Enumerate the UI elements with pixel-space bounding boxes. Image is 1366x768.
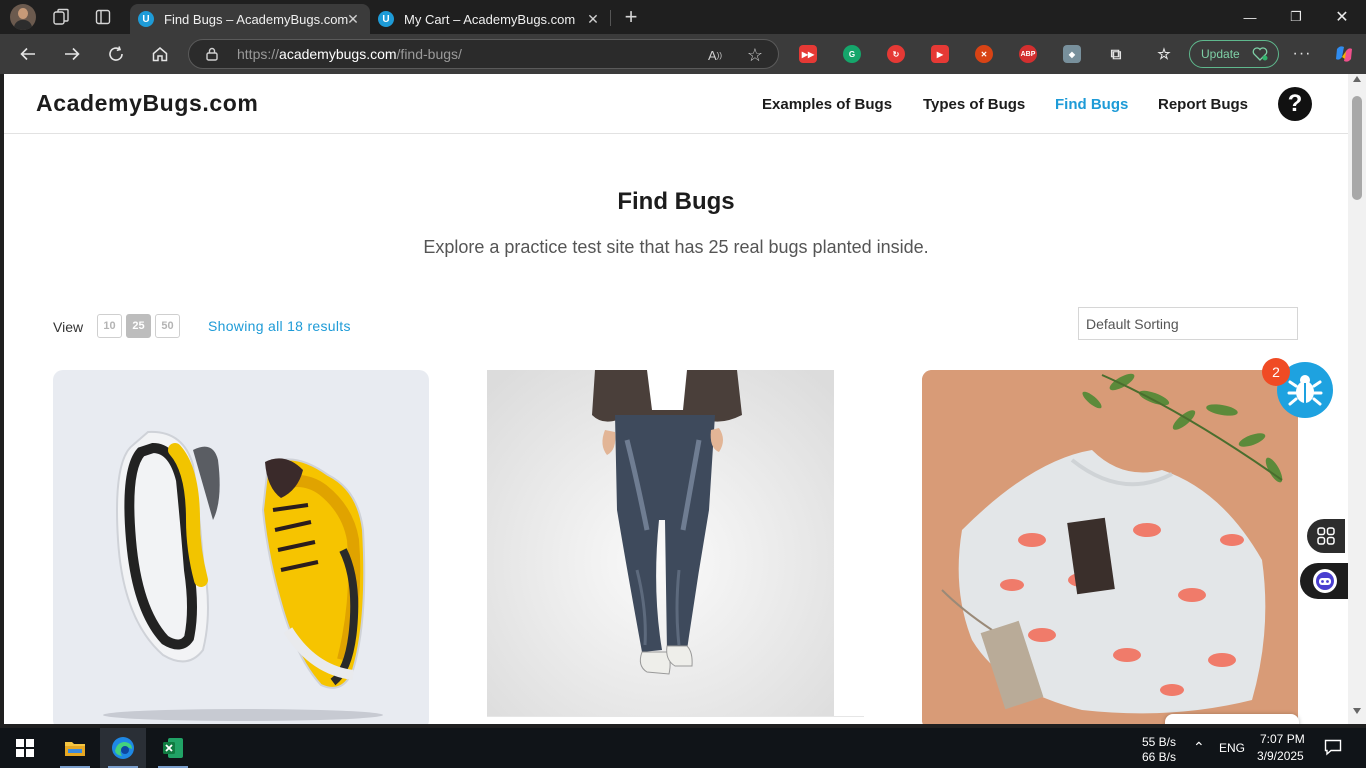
page-title: Find Bugs [617, 188, 735, 215]
nav-report-bugs[interactable]: Report Bugs [1158, 96, 1248, 113]
extensions-puzzle-icon[interactable]: ⧉ [1107, 45, 1125, 63]
page-viewport: AcademyBugs.com Examples of Bugs Types o… [4, 74, 1348, 724]
page-scrollbar[interactable] [1348, 74, 1366, 724]
media-extension-icon[interactable]: ▶▶ [799, 45, 817, 63]
product-image-jeans[interactable] [487, 370, 834, 717]
refresh-icon[interactable] [102, 40, 130, 68]
sorting-select[interactable]: Default Sorting [1078, 307, 1298, 340]
windows-start-icon[interactable] [2, 728, 48, 768]
help-icon[interactable]: ? [1278, 87, 1312, 121]
apps-grid-widget[interactable] [1307, 519, 1345, 553]
read-aloud-icon[interactable]: A)) [704, 44, 726, 66]
home-icon[interactable] [146, 40, 174, 68]
network-download-speed: 66 B/s [1142, 750, 1177, 764]
tools-extension-icon[interactable]: ✕ [975, 45, 993, 63]
copilot-icon[interactable] [1330, 40, 1358, 68]
view-label: View [53, 319, 84, 335]
restore-icon[interactable]: ❐ [1273, 0, 1319, 34]
scroll-down-arrow-icon[interactable] [1353, 708, 1361, 714]
robot-icon [1313, 569, 1337, 593]
bug-count-badge: 2 [1262, 358, 1290, 386]
network-upload-speed: 55 B/s [1142, 735, 1177, 749]
forward-arrow-icon[interactable] [58, 40, 86, 68]
view-option-50[interactable]: 50 [155, 314, 180, 338]
video-extension-icon[interactable]: ▶ [931, 45, 949, 63]
academybugs-favicon-icon: U [378, 11, 394, 27]
new-tab-icon[interactable]: + [618, 4, 644, 30]
scroll-thumb[interactable] [1352, 96, 1362, 200]
favorite-star-icon[interactable]: ☆ [744, 44, 766, 66]
adblock-plus-icon[interactable]: ABP [1019, 45, 1037, 63]
site-header: AcademyBugs.com Examples of Bugs Types o… [4, 74, 1348, 134]
grid-icon [1317, 527, 1335, 545]
product-image-tshirt[interactable] [922, 370, 1298, 724]
site-logo[interactable]: AcademyBugs.com [36, 90, 258, 117]
window-close-icon[interactable]: ✕ [1319, 0, 1365, 34]
tab-actions-icon[interactable] [90, 4, 116, 30]
tab-title: Find Bugs – AcademyBugs.com [164, 11, 349, 27]
assistant-widget[interactable] [1300, 563, 1348, 599]
address-bar[interactable]: https://academybugs.com/find-bugs/ A)) ☆ [188, 39, 779, 69]
workspaces-icon[interactable] [48, 4, 74, 30]
close-icon[interactable]: ✕ [584, 10, 602, 28]
windows-taskbar: 55 B/s 66 B/s ⌃ ENG 7:07 PM 3/9/2025 [0, 728, 1366, 768]
tab-separator [610, 10, 611, 26]
grammarly-icon[interactable]: G [843, 45, 861, 63]
view-option-25[interactable]: 25 [126, 314, 151, 338]
favorites-icon[interactable]: ☆ [1155, 45, 1173, 63]
more-options-icon[interactable]: ··· [1288, 40, 1316, 68]
excel-icon[interactable] [150, 728, 196, 768]
nav-find-bugs[interactable]: Find Bugs [1055, 96, 1128, 113]
results-count: Showing all 18 results [208, 318, 351, 334]
back-arrow-icon[interactable] [14, 40, 42, 68]
close-icon[interactable]: ✕ [344, 10, 362, 28]
browser-title-bar: U Find Bugs – AcademyBugs.com ✕ U My Car… [0, 0, 1366, 34]
edge-browser-icon[interactable] [100, 728, 146, 768]
shield-extension-icon[interactable]: ◆ [1063, 45, 1081, 63]
product-card[interactable] [922, 370, 1298, 724]
tab-find-bugs[interactable]: U Find Bugs – AcademyBugs.com ✕ [130, 4, 370, 34]
notifications-icon[interactable] [1324, 738, 1342, 759]
page-subtitle: Explore a practice test site that has 25… [423, 237, 929, 257]
clock-time[interactable]: 7:07 PM [1260, 732, 1305, 746]
product-card[interactable] [487, 370, 834, 717]
language-indicator[interactable]: ENG [1219, 741, 1245, 755]
chat-pill[interactable] [1165, 714, 1299, 724]
view-option-10[interactable]: 10 [97, 314, 122, 338]
tab-my-cart[interactable]: U My Cart – AcademyBugs.com ✕ [370, 4, 610, 34]
academybugs-favicon-icon: U [138, 11, 154, 27]
profile-avatar[interactable] [10, 4, 36, 30]
product-image-sneakers[interactable] [53, 370, 429, 724]
lock-icon[interactable] [205, 47, 219, 61]
scroll-up-arrow-icon[interactable] [1353, 76, 1361, 82]
minimize-icon[interactable]: — [1227, 0, 1273, 34]
clock-date[interactable]: 3/9/2025 [1257, 749, 1304, 763]
sync-extension-icon[interactable]: ↻ [887, 45, 905, 63]
card-divider [487, 716, 864, 717]
chevron-up-icon[interactable]: ⌃ [1193, 739, 1205, 756]
nav-types-of-bugs[interactable]: Types of Bugs [923, 96, 1025, 113]
tab-title: My Cart – AcademyBugs.com [404, 11, 576, 27]
browser-toolbar: https://academybugs.com/find-bugs/ A)) ☆… [0, 34, 1366, 74]
heart-pulse-icon [1252, 47, 1268, 61]
file-explorer-icon[interactable] [52, 728, 98, 768]
bug-icon [1287, 375, 1323, 406]
product-card[interactable] [53, 370, 429, 724]
url-text[interactable]: https://academybugs.com/find-bugs/ [237, 46, 462, 62]
update-button[interactable]: Update [1189, 40, 1279, 68]
update-label: Update [1201, 47, 1240, 61]
nav-examples-of-bugs[interactable]: Examples of Bugs [762, 96, 892, 113]
